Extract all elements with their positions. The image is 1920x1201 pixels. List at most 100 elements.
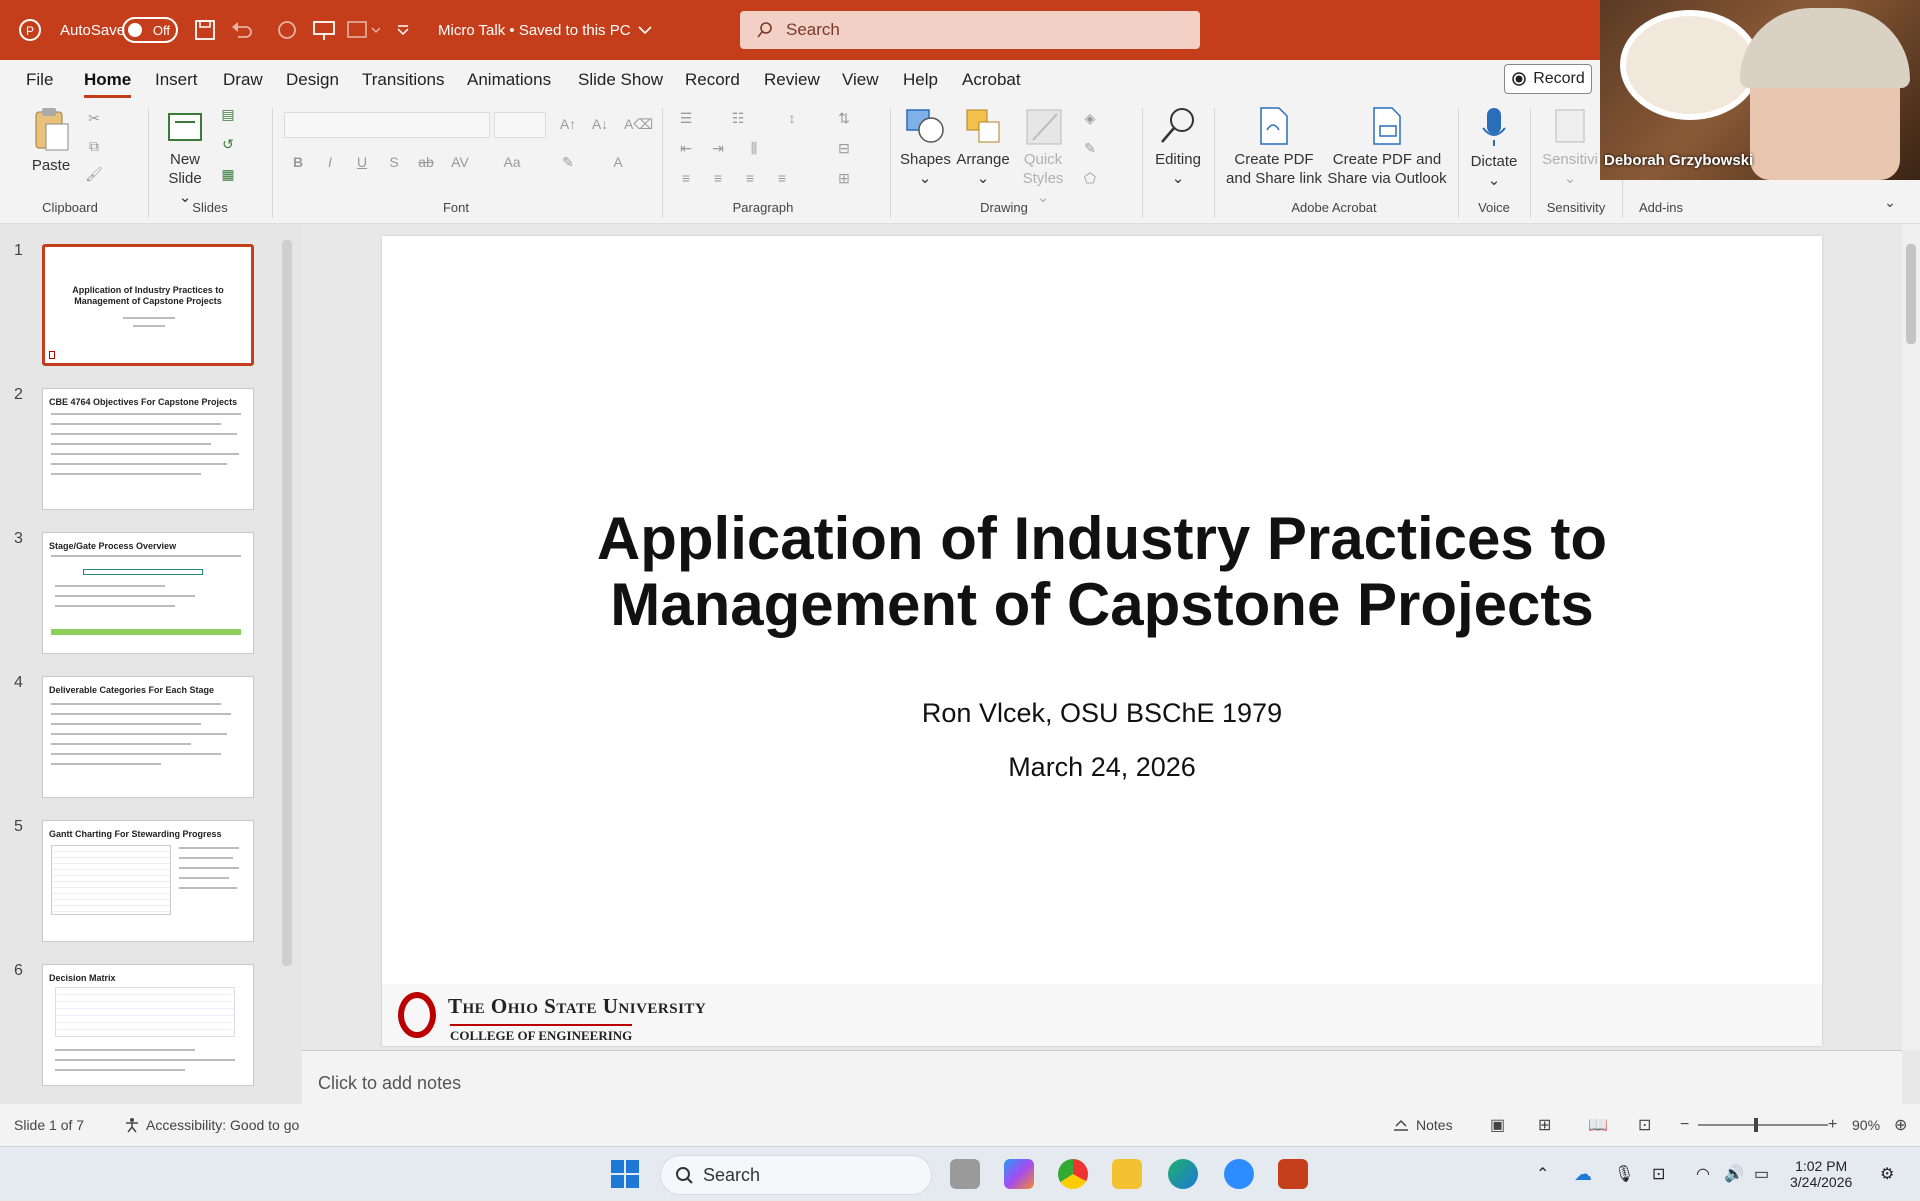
document-title[interactable]: Micro Talk • Saved to this PC (438, 0, 653, 60)
align-center-icon[interactable]: ≡ (708, 170, 728, 188)
chevron-up-icon[interactable]: ⌃ (1536, 1147, 1549, 1201)
zoom-slider[interactable] (1698, 1104, 1828, 1146)
tab-review[interactable]: Review (764, 60, 820, 100)
smartart-icon[interactable]: ⊞ (834, 170, 854, 188)
battery-icon[interactable]: ▭ (1754, 1147, 1769, 1201)
align-text-icon[interactable]: ⊟ (834, 140, 854, 158)
tab-design[interactable]: Design (286, 60, 339, 100)
shape-fill-icon[interactable]: ◈ (1080, 110, 1100, 128)
change-case-icon[interactable]: Aa (502, 154, 522, 172)
arrange-button[interactable]: Arrange ⌄ (956, 106, 1010, 188)
tab-slide-show[interactable]: Slide Show (578, 60, 663, 100)
new-slide-button[interactable]: New Slide ⌄ (160, 106, 210, 207)
volume-icon[interactable]: 🔊 (1724, 1147, 1744, 1201)
autosave-toggle[interactable]: Off (122, 17, 178, 43)
tab-draw[interactable]: Draw (223, 60, 263, 100)
tab-file[interactable]: File (26, 60, 53, 100)
align-right-icon[interactable]: ≡ (740, 170, 760, 188)
tab-home[interactable]: Home (84, 60, 132, 100)
format-painter-icon[interactable]: 🖌 (84, 166, 104, 184)
justify-icon[interactable]: ≡ (772, 170, 792, 188)
zoom-level[interactable]: 90% (1852, 1104, 1880, 1146)
picture-icon[interactable] (346, 0, 380, 60)
zoom-in-icon[interactable]: + (1828, 1104, 1837, 1146)
font-color-icon[interactable]: A (608, 154, 628, 172)
file-explorer-icon[interactable] (1112, 1159, 1142, 1189)
slide-thumbnail-2[interactable]: CBE 4764 Objectives For Capstone Project… (42, 388, 254, 510)
meet-now-icon[interactable]: ⊡ (1652, 1147, 1665, 1201)
shadow-icon[interactable]: S (384, 154, 404, 172)
decrease-indent-icon[interactable]: ⇤ (676, 140, 696, 158)
redo-icon[interactable] (276, 0, 298, 60)
slide-date[interactable]: March 24, 2026 (382, 752, 1822, 783)
zoom-icon[interactable] (1224, 1159, 1254, 1189)
tab-acrobat[interactable]: Acrobat (962, 60, 1021, 100)
from-beginning-icon[interactable] (312, 0, 336, 60)
record-button[interactable]: Record (1504, 64, 1592, 94)
text-direction-icon[interactable]: ⇅ (834, 110, 854, 128)
accessibility-status[interactable]: Accessibility: Good to go (124, 1104, 299, 1146)
sensitivity-button[interactable]: Sensitivi ⌄ (1540, 106, 1600, 188)
font-name-dropdown[interactable] (284, 112, 490, 138)
columns-icon[interactable]: ⫼ (744, 140, 764, 158)
shapes-button[interactable]: Shapes ⌄ (900, 106, 951, 188)
numbering-icon[interactable]: ☷ (728, 110, 748, 128)
slide-thumbnail-5[interactable]: Gantt Charting For Stewarding Progress (42, 820, 254, 942)
tab-transitions[interactable]: Transitions (362, 60, 445, 100)
task-view-icon[interactable] (950, 1159, 980, 1189)
collapse-ribbon-icon[interactable]: ⌄ (1880, 194, 1900, 212)
notes-button[interactable]: Notes (1392, 1104, 1453, 1146)
slide-title[interactable]: Application of Industry Practices to Man… (382, 506, 1822, 638)
customize-toolbar-icon[interactable] (396, 0, 410, 60)
bullets-icon[interactable]: ☰ (676, 110, 696, 128)
slide-sorter-icon[interactable]: ⊞ (1538, 1104, 1551, 1146)
slide-author[interactable]: Ron Vlcek, OSU BSChE 1979 (382, 698, 1822, 729)
paste-button[interactable]: Paste (28, 106, 74, 175)
reset-icon[interactable]: ↺ (218, 136, 238, 154)
line-spacing-icon[interactable]: ↕ (782, 110, 802, 128)
tab-animations[interactable]: Animations (467, 60, 551, 100)
quick-styles-button[interactable]: Quick Styles ⌄ (1016, 106, 1070, 207)
bold-icon[interactable]: B (288, 154, 308, 172)
edge-icon[interactable] (1168, 1159, 1198, 1189)
save-icon[interactable] (194, 0, 216, 60)
copy-icon[interactable]: ⧉ (84, 138, 104, 156)
layout-icon[interactable]: ▤ (218, 106, 238, 124)
character-spacing-icon[interactable]: AV (450, 154, 470, 172)
editing-button[interactable]: Editing ⌄ (1150, 106, 1206, 188)
search-input[interactable]: Search (740, 11, 1200, 49)
tab-insert[interactable]: Insert (155, 60, 198, 100)
onedrive-icon[interactable]: ☁ (1574, 1147, 1592, 1201)
notifications-icon[interactable]: ⚙ (1880, 1147, 1894, 1201)
normal-view-icon[interactable]: ▣ (1490, 1104, 1505, 1146)
cut-icon[interactable]: ✂ (84, 110, 104, 128)
start-icon[interactable] (610, 1147, 640, 1201)
underline-icon[interactable]: U (352, 154, 372, 172)
slide-thumbnail-4[interactable]: Deliverable Categories For Each Stage (42, 676, 254, 798)
zoom-out-icon[interactable]: − (1680, 1104, 1689, 1146)
powerpoint-icon[interactable] (1278, 1159, 1308, 1189)
slide-thumbnail-1[interactable]: Application of Industry Practices to Man… (42, 244, 254, 366)
wifi-icon[interactable]: ◠ (1696, 1147, 1710, 1201)
font-size-dropdown[interactable] (494, 112, 546, 138)
slide-scrollbar[interactable] (1902, 224, 1920, 1050)
slide-thumbnail-6[interactable]: Decision Matrix (42, 964, 254, 1086)
undo-icon[interactable] (230, 0, 254, 60)
thumbnail-scrollbar[interactable] (282, 240, 292, 966)
copilot-icon[interactable] (1004, 1159, 1034, 1189)
decrease-font-icon[interactable]: A↓ (590, 116, 610, 134)
video-participant-tile[interactable]: Deborah Grzybowski (1600, 0, 1920, 180)
clock[interactable]: 1:02 PM 3/24/2026 (1790, 1147, 1852, 1201)
reading-view-icon[interactable]: 📖 (1588, 1104, 1608, 1146)
microphone-icon[interactable]: 🎙 (1614, 1147, 1634, 1201)
italic-icon[interactable]: I (320, 154, 340, 172)
clear-formatting-icon[interactable]: A⌫ (624, 116, 653, 134)
notes-pane[interactable]: Click to add notes (302, 1050, 1902, 1104)
increase-font-icon[interactable]: A↑ (558, 116, 578, 134)
section-icon[interactable]: ▦ (218, 166, 238, 184)
strikethrough-icon[interactable]: ab (416, 154, 436, 172)
align-left-icon[interactable]: ≡ (676, 170, 696, 188)
slide-show-icon[interactable]: ⊡ (1638, 1104, 1651, 1146)
taskbar-search[interactable]: Search (660, 1155, 932, 1195)
create-pdf-share-link-button[interactable]: Create PDF and Share link (1222, 106, 1326, 188)
